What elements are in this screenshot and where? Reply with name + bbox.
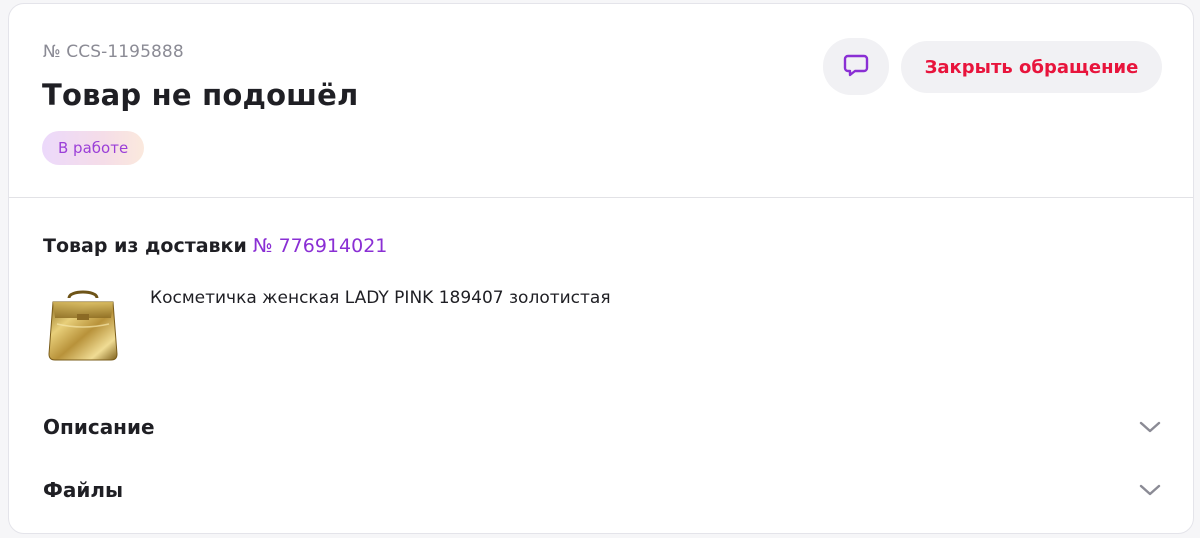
chat-button[interactable] (823, 38, 889, 95)
chevron-down-icon (1137, 477, 1163, 503)
delivery-info: Товар из доставки № 776914021 (43, 235, 387, 257)
divider (9, 197, 1193, 198)
delivery-number-link[interactable]: № 776914021 (253, 235, 388, 257)
ticket-card: № CCS-1195888 Товар не подошёл В работе … (8, 3, 1194, 534)
page-title: Товар не подошёл (42, 78, 359, 112)
chevron-down-icon (1137, 414, 1163, 440)
ticket-number: № CCS-1195888 (43, 42, 184, 62)
files-section-toggle[interactable]: Файлы (43, 470, 1163, 510)
product-name: Косметичка женская LADY PINK 189407 золо… (150, 288, 611, 308)
chat-bubble-icon (842, 51, 870, 83)
delivery-label: Товар из доставки (43, 235, 247, 257)
product-image[interactable] (43, 284, 123, 364)
files-label: Файлы (43, 478, 124, 502)
description-section-toggle[interactable]: Описание (43, 407, 1163, 447)
description-label: Описание (43, 415, 155, 439)
close-ticket-button[interactable]: Закрыть обращение (901, 41, 1162, 93)
status-badge: В работе (42, 131, 145, 165)
